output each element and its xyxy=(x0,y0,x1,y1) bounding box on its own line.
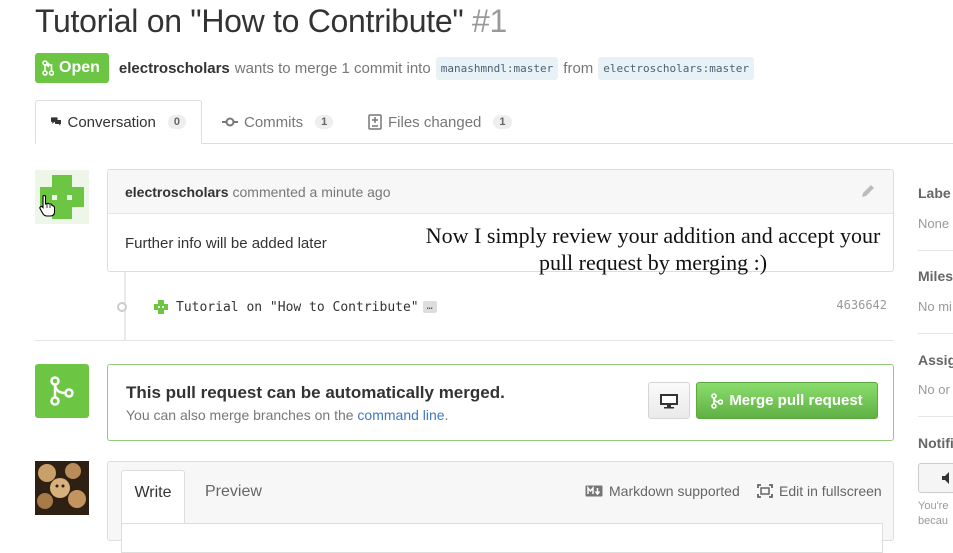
tab-commits-count: 1 xyxy=(315,115,334,129)
merge-pull-request-button[interactable]: Merge pull request xyxy=(696,382,878,419)
commit-expand-button[interactable]: … xyxy=(422,301,437,313)
title-text: Tutorial on "How to Contribute" xyxy=(35,3,464,39)
from-text: from xyxy=(563,59,594,77)
merge-status-title: This pull request can be automatically m… xyxy=(126,383,505,402)
diff-icon xyxy=(368,114,382,130)
comment-author[interactable]: electroscholars xyxy=(125,184,229,200)
state-label: Open xyxy=(59,59,100,76)
user-photo-icon xyxy=(35,461,89,515)
base-branch: manashmndl:master xyxy=(435,56,559,80)
notifications-text: becau xyxy=(918,515,948,527)
merge-text: wants to merge 1 commit into xyxy=(234,59,431,77)
git-merge-icon xyxy=(711,392,724,409)
identicon-icon xyxy=(154,300,168,314)
merge-status-subtitle: You can also merge branches on the comma… xyxy=(126,407,448,423)
commit-message[interactable]: Tutorial on "How to Contribute" xyxy=(176,300,419,315)
device-desktop-icon xyxy=(660,393,678,408)
tab-files-changed[interactable]: Files changed 1 xyxy=(368,100,512,144)
tab-commits[interactable]: Commits 1 xyxy=(222,100,334,144)
notifications-heading: Notifi xyxy=(918,435,953,451)
commit-sha[interactable]: 4636642 xyxy=(836,298,887,312)
pull-request-title: Tutorial on "How to Contribute" #1 xyxy=(35,3,507,40)
sidebar-divider xyxy=(918,333,953,334)
pull-request-meta: Open electroscholars wants to merge 1 co… xyxy=(35,53,759,83)
assignee-value: No or xyxy=(918,382,950,397)
tab-conversation-label: Conversation xyxy=(67,113,156,131)
timeline-divider xyxy=(35,340,894,341)
milestone-value: No mi xyxy=(918,299,952,314)
subscribe-button[interactable] xyxy=(918,463,953,493)
pull-request-number: #1 xyxy=(472,3,508,39)
author-link[interactable]: electroscholars xyxy=(119,60,230,77)
screen-full-icon xyxy=(757,484,773,498)
merge-button-label: Merge pull request xyxy=(729,392,863,409)
merge-subtitle-suffix: . xyxy=(444,407,449,423)
markdown-label: Markdown supported xyxy=(609,483,740,499)
tab-preview[interactable]: Preview xyxy=(205,483,262,501)
git-commit-icon xyxy=(222,117,238,127)
markdown-icon xyxy=(585,485,603,497)
open-in-desktop-button[interactable] xyxy=(648,382,690,419)
commit-row: Tutorial on "How to Contribute" … 463664… xyxy=(117,298,887,316)
tab-commits-label: Commits xyxy=(244,113,304,131)
tab-write[interactable]: Write xyxy=(121,470,185,530)
labels-heading[interactable]: Labe xyxy=(918,185,951,201)
assignee-heading[interactable]: Assig xyxy=(918,352,953,368)
comment-action: commented a minute ago xyxy=(232,183,391,200)
annotation-line-1: Now I simply review your addition and ac… xyxy=(425,223,881,248)
labels-value: None xyxy=(918,216,950,231)
merge-box: This pull request can be automatically m… xyxy=(107,364,894,441)
tab-conversation[interactable]: Conversation 0 xyxy=(35,100,202,144)
git-pull-request-icon xyxy=(42,60,54,76)
annotation-line-2: pull request by merging :) xyxy=(538,250,768,275)
edit-fullscreen-link[interactable]: Edit in fullscreen xyxy=(757,483,882,499)
fullscreen-label: Edit in fullscreen xyxy=(779,483,882,499)
hand-cursor-icon xyxy=(39,195,55,217)
comment-composer: Write Preview Markdown supported Edit in… xyxy=(107,461,894,553)
git-merge-icon xyxy=(50,376,74,406)
state-badge: Open xyxy=(35,53,109,83)
sidebar-divider xyxy=(918,250,953,251)
avatar[interactable] xyxy=(35,461,89,515)
comment-textarea[interactable] xyxy=(121,523,883,553)
comment-header: electroscholars commented a minute ago xyxy=(108,170,893,214)
mute-icon xyxy=(942,472,949,484)
merge-status-icon-box xyxy=(35,364,89,418)
notifications-text: You're xyxy=(918,500,949,512)
sidebar-divider xyxy=(918,416,953,417)
markdown-supported-link[interactable]: Markdown supported xyxy=(585,483,740,499)
tab-files-changed-label: Files changed xyxy=(388,113,482,131)
head-branch: electroscholars:master xyxy=(598,56,754,80)
milestone-heading[interactable]: Miles xyxy=(918,268,953,284)
annotation-overlay: Now I simply review your addition and ac… xyxy=(398,222,908,276)
pencil-icon[interactable] xyxy=(859,182,877,200)
git-commit-icon xyxy=(117,302,127,312)
comment-discussion-icon xyxy=(51,117,62,126)
merge-subtitle-prefix: You can also merge branches on the xyxy=(126,407,354,423)
tab-conversation-count: 0 xyxy=(167,115,186,129)
command-line-link[interactable]: command line xyxy=(357,407,444,423)
tab-files-changed-count: 1 xyxy=(493,115,512,129)
